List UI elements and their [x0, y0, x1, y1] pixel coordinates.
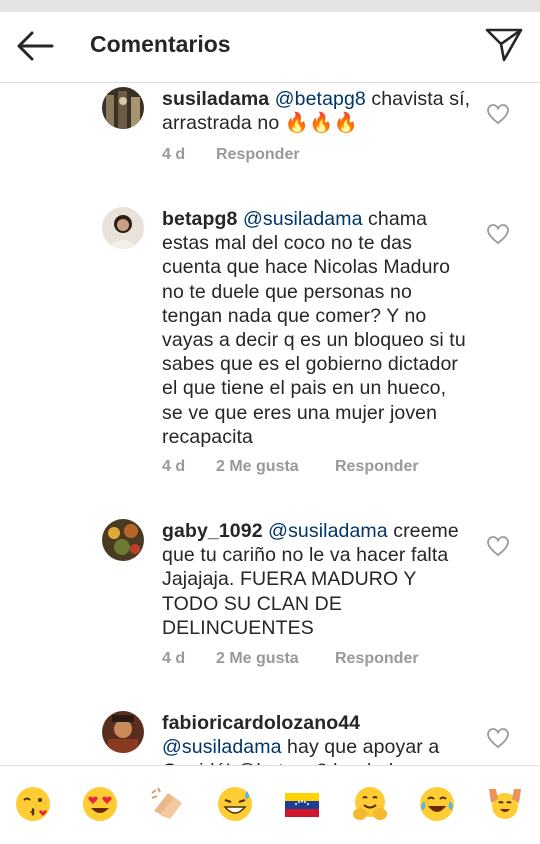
comment-age: 4 d: [162, 650, 186, 667]
tears-of-joy-emoji-icon: [420, 787, 454, 821]
raising-hands-emoji-icon: [489, 789, 521, 819]
heart-eyes-emoji-icon: [83, 787, 117, 821]
avatar[interactable]: [102, 519, 144, 561]
likes-count[interactable]: 2 Me gusta: [216, 458, 299, 476]
likes-count[interactable]: 2 Me gusta: [216, 650, 299, 668]
comment-age: 4 d: [162, 146, 186, 163]
like-button[interactable]: [486, 103, 510, 125]
status-bar: [0, 0, 540, 12]
page-title: Comentarios: [90, 31, 231, 57]
kissing-emoji-icon: [16, 787, 50, 821]
reply-button[interactable]: Responder: [335, 458, 419, 476]
reply-button[interactable]: Responder: [216, 146, 300, 164]
reply-button[interactable]: Responder: [335, 650, 419, 668]
clapping-hands-emoji-button[interactable]: [148, 785, 186, 823]
comment-mention[interactable]: @susiladama: [243, 208, 363, 230]
hugging-emoji-button[interactable]: [351, 785, 389, 823]
comment-mention[interactable]: @betapg8: [275, 88, 366, 110]
hugging-emoji-icon: [353, 787, 387, 820]
venezuela-flag-emoji-icon: [285, 793, 319, 817]
like-button[interactable]: [486, 535, 510, 557]
heart-icon: [487, 104, 509, 125]
avatar[interactable]: [102, 711, 144, 753]
comment-mention[interactable]: @susiladama: [162, 736, 282, 758]
direct-message-button[interactable]: [484, 27, 524, 63]
back-button[interactable]: [14, 29, 56, 63]
like-button[interactable]: [486, 223, 510, 245]
heart-icon: [487, 224, 509, 245]
raising-hands-emoji-button[interactable]: [486, 785, 524, 823]
comment-username[interactable]: fabioricardolozano44: [162, 712, 360, 734]
comment-text: fabioricardolozano44 @susiladama hay que…: [162, 711, 472, 765]
heart-icon: [487, 536, 509, 557]
comment-text: betapg8 @susiladama chama estas mal del …: [162, 207, 472, 449]
avatar[interactable]: [102, 87, 144, 129]
comment-text: susiladama @betapg8 chavista sí, arrastr…: [162, 87, 472, 135]
heart-eyes-emoji-button[interactable]: [81, 785, 119, 823]
grinning-sweat-emoji-button[interactable]: [216, 785, 254, 823]
like-button[interactable]: [486, 727, 510, 749]
venezuela-flag-emoji-button[interactable]: [283, 785, 321, 823]
comment-body: chama estas mal del coco no te das cuent…: [162, 208, 466, 448]
kissing-emoji-button[interactable]: [14, 785, 52, 823]
clapping-hands-emoji-icon: [151, 787, 182, 819]
comment-age: 4 d: [162, 458, 186, 475]
header: Comentarios: [0, 12, 540, 83]
emoji-bar: [0, 765, 540, 842]
heart-icon: [487, 728, 509, 749]
comment-username[interactable]: susiladama: [162, 88, 269, 110]
grinning-sweat-emoji-icon: [218, 787, 252, 821]
comments-list[interactable]: susiladama @betapg8 chavista sí, arrastr…: [0, 83, 540, 765]
comment-text: gaby_1092 @susiladama creeme que tu cari…: [162, 519, 472, 640]
comment-username[interactable]: gaby_1092: [162, 520, 263, 542]
comment-username[interactable]: betapg8: [162, 208, 237, 230]
paper-plane-icon: [485, 28, 523, 62]
back-arrow-icon: [17, 31, 54, 61]
comment-mention[interactable]: @susiladama: [268, 520, 388, 542]
avatar[interactable]: [102, 207, 144, 249]
tears-of-joy-emoji-button[interactable]: [418, 785, 456, 823]
